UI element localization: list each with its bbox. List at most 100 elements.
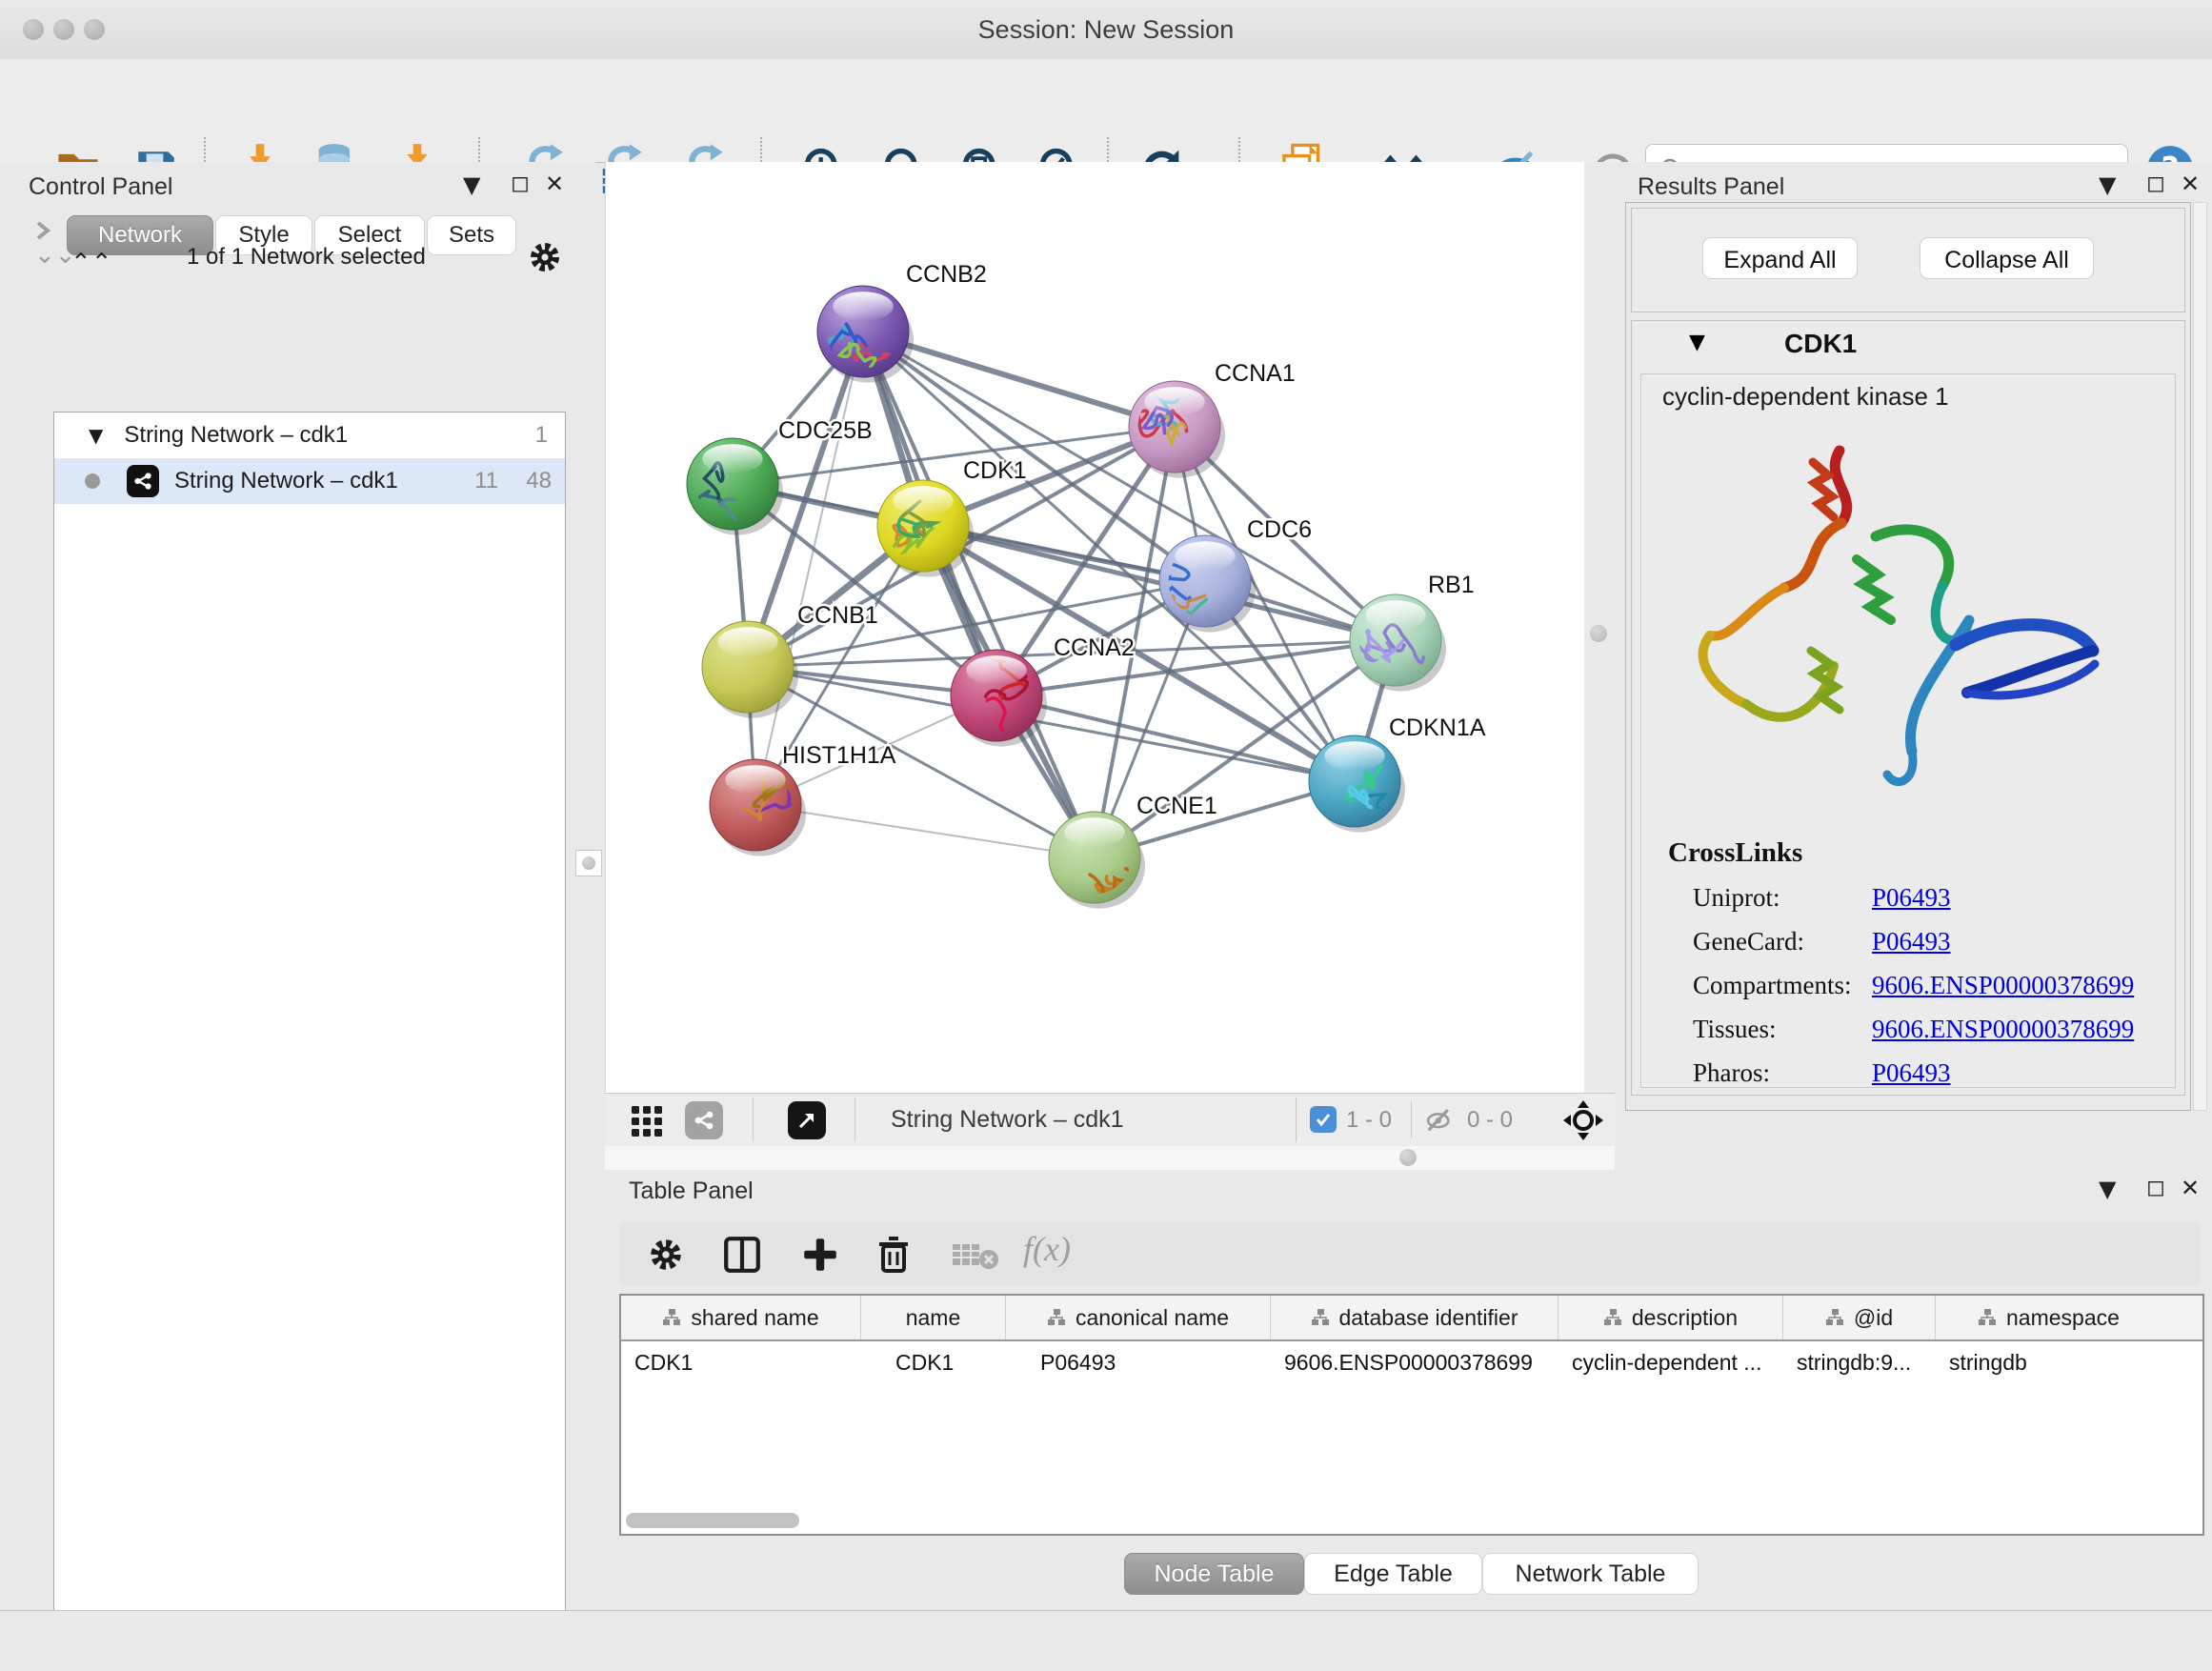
current-network-name: String Network – cdk1 [891, 1106, 1124, 1134]
crosslinks-title: CrossLinks [1668, 837, 1802, 869]
toolbar-divider [1296, 1097, 1297, 1142]
open-in-window-icon[interactable] [788, 1101, 826, 1139]
column-type-icon [662, 1308, 681, 1327]
crosslink-uniprot-link[interactable]: P06493 [1872, 883, 1951, 913]
network-options-gear-icon[interactable] [526, 238, 564, 276]
control-panel-title: Control Panel [29, 173, 172, 201]
network-edge[interactable] [755, 805, 1095, 857]
crosslink-genecard-link[interactable]: P06493 [1872, 927, 1951, 956]
network-collection-row[interactable]: ▼ String Network – cdk1 1 [54, 413, 565, 458]
collapse-all-button[interactable]: Collapse All [1920, 237, 2094, 279]
control-panel: Control Panel ▼ ◻ ✕ Network Style Select… [0, 162, 595, 1610]
network-view-canvas[interactable]: CCNB2 CCNA1 CDC25B CDK1 CDC6 RB1 CCNB1 CCNA2 CDK… [605, 162, 1585, 1093]
selected-counts: 1 - 0 [1346, 1107, 1392, 1134]
node-label: CCNB2 [906, 261, 987, 288]
node-table: shared name name canonical name database… [619, 1294, 2204, 1536]
add-column-icon[interactable] [800, 1235, 840, 1275]
grid-view-icon[interactable] [630, 1104, 664, 1138]
crosslink-label: Compartments: [1693, 971, 1851, 1000]
hidden-eye-icon[interactable] [1422, 1105, 1457, 1134]
table-horizontal-scrollbar[interactable] [626, 1513, 799, 1528]
table-row[interactable]: CDK1 CDK1 P06493 9606.ENSP00000378699 cy… [621, 1341, 2202, 1383]
left-splitter-handle[interactable] [575, 850, 602, 876]
network-tree: ▼ String Network – cdk1 1 String Network… [53, 412, 566, 1671]
birdseye-crosshair-icon[interactable] [1562, 1099, 1604, 1141]
collapse-all-icon[interactable]: ⌃⌃ [70, 248, 112, 277]
node-label: CCNA2 [1054, 634, 1135, 661]
column-header[interactable]: shared name [621, 1296, 861, 1339]
column-header[interactable]: database identifier [1271, 1296, 1558, 1339]
crosslink-pharos-link[interactable]: P06493 [1872, 1058, 1951, 1088]
column-header[interactable]: canonical name [1006, 1296, 1271, 1339]
network-summary: 1 of 1 Network selected [187, 244, 426, 271]
crosslink-label: Pharos: [1693, 1058, 1770, 1088]
network-node-CDK1[interactable]: CDK1 [877, 457, 1027, 577]
column-type-icon [1311, 1308, 1330, 1327]
collection-label: String Network – cdk1 [124, 422, 348, 449]
tab-node-table[interactable]: Node Table [1124, 1553, 1304, 1595]
selected-checkbox-icon[interactable] [1310, 1106, 1337, 1133]
main-toolbar: ? [0, 59, 2212, 163]
crosslink-label: Tissues: [1693, 1015, 1777, 1044]
results-panel-float-icon[interactable]: ◻ [2146, 170, 2165, 196]
column-header[interactable]: @id [1783, 1296, 1936, 1339]
results-scrollbar[interactable] [2193, 202, 2207, 1111]
table-panel-close-icon[interactable]: ✕ [2181, 1175, 2200, 1201]
crosslink-tissues-link[interactable]: 9606.ENSP00000378699 [1872, 1015, 2134, 1044]
hidden-counts: 0 - 0 [1467, 1107, 1513, 1134]
crosslink-label: Uniprot: [1693, 883, 1780, 913]
horizontal-splitter-handle[interactable] [1399, 1149, 1417, 1166]
gene-collapse-caret-icon[interactable]: ▼ [1689, 331, 1705, 354]
table-panel-title: Table Panel [629, 1178, 754, 1205]
node-label: CDKN1A [1389, 715, 1486, 741]
node-label: CCNE1 [1136, 793, 1217, 819]
control-panel-collapse-icon[interactable]: ▼ [463, 171, 480, 198]
network-edge[interactable] [863, 332, 1095, 857]
control-panel-float-icon[interactable]: ◻ [511, 170, 530, 196]
node-label: CCNA1 [1215, 360, 1296, 387]
crosslink-compartments-link[interactable]: 9606.ENSP00000378699 [1872, 971, 2134, 1000]
node-label: CCNB1 [797, 602, 878, 629]
table-header-row: shared name name canonical name database… [621, 1296, 2202, 1341]
status-bar: Memory [0, 1610, 2212, 1671]
results-panel-close-icon[interactable]: ✕ [2181, 171, 2200, 197]
node-label: CDK1 [963, 457, 1027, 484]
table-panel-collapse-icon[interactable]: ▼ [2099, 1176, 2116, 1202]
node-label: RB1 [1428, 572, 1475, 598]
gene-description: cyclin-dependent kinase 1 [1662, 382, 1949, 412]
right-splitter-handle[interactable] [1590, 625, 1607, 642]
results-panel-collapse-icon[interactable]: ▼ [2099, 171, 2116, 198]
table-options-gear-icon[interactable] [646, 1235, 686, 1275]
column-type-icon [1825, 1308, 1844, 1327]
column-header[interactable]: description [1558, 1296, 1783, 1339]
tab-edge-table[interactable]: Edge Table [1304, 1553, 1482, 1595]
network-node-CCNB1[interactable]: CCNB1 [702, 602, 878, 718]
node-label: CDC25B [778, 417, 873, 444]
network-node-CDKN1A[interactable]: CDKN1A [1309, 715, 1486, 833]
table-panel-float-icon[interactable]: ◻ [2146, 1174, 2165, 1200]
network-label: String Network – cdk1 [174, 468, 398, 494]
table-toolbar: f(x) [619, 1221, 2201, 1286]
tree-expand-caret-icon[interactable]: ▼ [89, 424, 103, 447]
tab-sets[interactable]: Sets [427, 215, 516, 255]
network-edge[interactable] [755, 332, 863, 805]
network-row-selected[interactable]: String Network – cdk1 11 48 [54, 458, 565, 504]
column-type-icon [1978, 1308, 1997, 1327]
window-title: Session: New Session [0, 0, 2212, 59]
column-header[interactable]: namespace [1936, 1296, 2202, 1339]
column-header[interactable]: name [861, 1296, 1006, 1339]
network-node-HIST1H1A[interactable]: HIST1H1A [710, 742, 896, 856]
delete-column-trash-icon[interactable] [873, 1233, 915, 1277]
network-view-toolbar: String Network – cdk1 1 - 0 0 - 0 [605, 1093, 1615, 1147]
expand-all-button[interactable]: Expand All [1702, 237, 1858, 279]
tab-network-table[interactable]: Network Table [1482, 1553, 1699, 1595]
node-count: 11 [474, 468, 498, 494]
show-columns-icon[interactable] [722, 1235, 762, 1275]
column-type-icon [1603, 1308, 1622, 1327]
control-panel-close-icon[interactable]: ✕ [545, 171, 564, 197]
string-view-badge-icon[interactable] [685, 1101, 723, 1139]
node-label: CDC6 [1247, 516, 1312, 543]
network-node-CCNA1[interactable]: CCNA1 [1129, 360, 1296, 478]
network-node-RB1[interactable]: RB1 [1339, 572, 1475, 692]
toolbar-divider [753, 1097, 754, 1142]
